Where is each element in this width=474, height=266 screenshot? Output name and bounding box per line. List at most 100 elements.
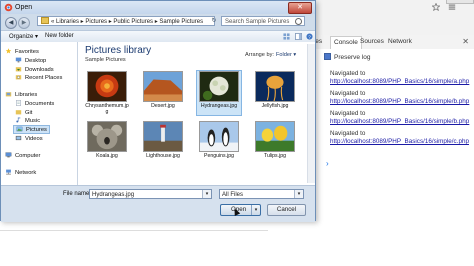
vertical-scrollbar[interactable] <box>307 44 315 183</box>
console-log-entry: Navigated to http://localhost:8089/PHP_B… <box>330 130 470 146</box>
devtools-close-icon[interactable]: ✕ <box>462 37 469 46</box>
nav-desktop[interactable]: Desktop <box>15 57 46 64</box>
nav-computer[interactable]: Computer <box>5 152 40 159</box>
libraries-icon <box>5 92 12 97</box>
help-icon[interactable]: ? <box>306 33 313 40</box>
file-thumbnail-selected[interactable]: Hydrangeas.jpg <box>196 70 242 116</box>
window-minimize-button[interactable] <box>446 0 474 4</box>
nav-git[interactable]: Git <box>15 109 32 116</box>
computer-icon <box>5 152 12 158</box>
arrange-by-dropdown[interactable]: Folder ▾ <box>276 52 296 58</box>
log-url[interactable]: http://localhost:8089/PHP_Basics/16/simp… <box>330 118 470 126</box>
open-options-dropdown[interactable]: ▾ <box>251 205 260 215</box>
nav-label: Videos <box>25 136 43 142</box>
console-log-entry: Navigated to http://localhost:8089/PHP_B… <box>330 70 470 86</box>
folder-icon <box>41 17 49 24</box>
nav-videos[interactable]: Videos <box>15 135 43 142</box>
nav-label: Documents <box>25 101 55 107</box>
svg-text:?: ? <box>308 34 311 40</box>
file-view[interactable]: Pictures library Sample Pictures Arrange… <box>78 42 315 185</box>
tab-network[interactable]: Network <box>388 38 412 45</box>
nav-network[interactable]: Network <box>5 169 36 176</box>
dialog-title: Open <box>15 4 33 11</box>
back-button[interactable]: ◀ <box>5 17 17 29</box>
console-prompt[interactable]: › <box>326 159 329 168</box>
desert-thumbnail <box>143 71 183 102</box>
library-subtitle: Sample Pictures <box>85 57 126 63</box>
desktop-icon <box>15 57 22 63</box>
organize-menu[interactable]: Organize ▾ <box>9 33 38 40</box>
menu-icon[interactable] <box>448 3 456 11</box>
nav-label: Desktop <box>25 58 47 64</box>
filename-label: File name: <box>63 191 92 197</box>
nav-libraries[interactable]: Libraries <box>5 91 37 98</box>
dialog-footer: File name: Hydrangeas.jpg ▾ All Files ▾ … <box>1 185 315 222</box>
filetype-value: All Files <box>222 192 244 198</box>
library-title: Pictures library <box>85 45 152 56</box>
search-icon <box>295 18 302 25</box>
file-thumbnail[interactable]: Penguins.jpg <box>197 121 241 165</box>
view-options-icon[interactable] <box>283 33 290 40</box>
chrysanthemum-thumbnail <box>87 71 127 102</box>
nav-label: Git <box>25 110 33 116</box>
cancel-button[interactable]: Cancel <box>267 204 306 216</box>
close-button[interactable]: ✕ <box>288 2 312 14</box>
jellyfish-thumbnail <box>255 71 295 102</box>
nav-label: Network <box>15 170 37 176</box>
penguins-thumbnail <box>199 121 239 152</box>
pictures-icon <box>16 126 23 132</box>
forward-button[interactable]: ▶ <box>18 17 30 29</box>
chevron-down-icon[interactable]: ▾ <box>294 190 303 198</box>
nav-music[interactable]: Music <box>15 117 40 124</box>
page-divider <box>0 230 268 231</box>
lighthouse-thumbnail <box>143 121 183 152</box>
refresh-button[interactable]: ↻ <box>209 16 219 26</box>
tab-console[interactable]: Console <box>330 36 362 49</box>
log-url[interactable]: http://localhost:8089/PHP_Basics/16/simp… <box>330 78 470 86</box>
file-thumbnail[interactable]: Koala.jpg <box>85 121 129 165</box>
preserve-log-toggle[interactable]: Preserve log <box>324 53 371 61</box>
nav-favorites[interactable]: Favorites <box>5 48 39 55</box>
file-thumbnail[interactable]: Lighthouse.jpg <box>141 121 185 165</box>
search-input[interactable]: Search Sample Pictures <box>221 16 305 26</box>
documents-icon <box>16 100 21 106</box>
navigation-pane: Favorites Desktop Downloads Recent Place… <box>1 42 78 185</box>
nav-label: Downloads <box>25 67 54 73</box>
nav-recent-places[interactable]: Recent Places <box>15 74 62 81</box>
nav-label: Libraries <box>15 92 38 98</box>
filename-input[interactable]: Hydrangeas.jpg ▾ <box>89 189 212 199</box>
console-log-entry: Navigated to http://localhost:8089/PHP_B… <box>330 110 470 126</box>
preserve-log-checkbox[interactable] <box>324 53 331 60</box>
search-placeholder: Search Sample Pictures <box>225 19 290 25</box>
koala-thumbnail <box>87 121 127 152</box>
console-panel[interactable]: Preserve log Navigated to http://localho… <box>320 49 474 266</box>
log-url[interactable]: http://localhost:8089/PHP_Basics/16/simp… <box>330 138 470 146</box>
file-thumbnail[interactable]: Desert.jpg <box>141 71 185 115</box>
path-breadcrumb[interactable]: « Libraries ▸ Pictures ▸ Public Pictures… <box>37 16 215 26</box>
file-thumbnail[interactable]: Jellyfish.jpg <box>253 71 297 115</box>
file-name: Hydrangeas.jpg <box>200 103 238 109</box>
file-thumbnail[interactable]: Tulips.jpg <box>253 121 297 165</box>
nav-pictures[interactable]: Pictures <box>13 125 50 134</box>
log-url[interactable]: http://localhost:8089/PHP_Basics/16/simp… <box>330 98 470 106</box>
log-prefix: Navigated to <box>330 90 366 97</box>
chevron-down-icon[interactable]: ▾ <box>202 190 211 198</box>
nav-documents[interactable]: Documents <box>15 100 54 107</box>
file-thumbnail[interactable]: Chrysanthemum.jpg <box>85 71 129 115</box>
file-name: Tulips.jpg <box>263 153 286 159</box>
address-bar: ◀ ▶ « Libraries ▸ Pictures ▸ Public Pict… <box>3 15 315 29</box>
open-button[interactable]: Open ▾ <box>220 204 261 216</box>
preserve-log-label: Preserve log <box>334 54 371 61</box>
nav-label: Computer <box>15 153 41 159</box>
star-icon[interactable] <box>432 3 440 11</box>
arrange-by-label: Arrange by: <box>245 52 274 58</box>
new-folder-button[interactable]: New folder <box>45 33 74 39</box>
tab-sources[interactable]: Sources <box>360 38 384 45</box>
preview-pane-icon[interactable] <box>295 33 302 40</box>
breadcrumb-text: « Libraries ▸ Pictures ▸ Public Pictures… <box>51 19 204 25</box>
file-name: Jellyfish.jpg <box>261 103 289 109</box>
videos-icon <box>15 135 22 141</box>
filetype-select[interactable]: All Files ▾ <box>219 189 304 199</box>
dialog-titlebar[interactable]: Open ✕ <box>1 1 315 14</box>
nav-downloads[interactable]: Downloads <box>15 66 54 73</box>
